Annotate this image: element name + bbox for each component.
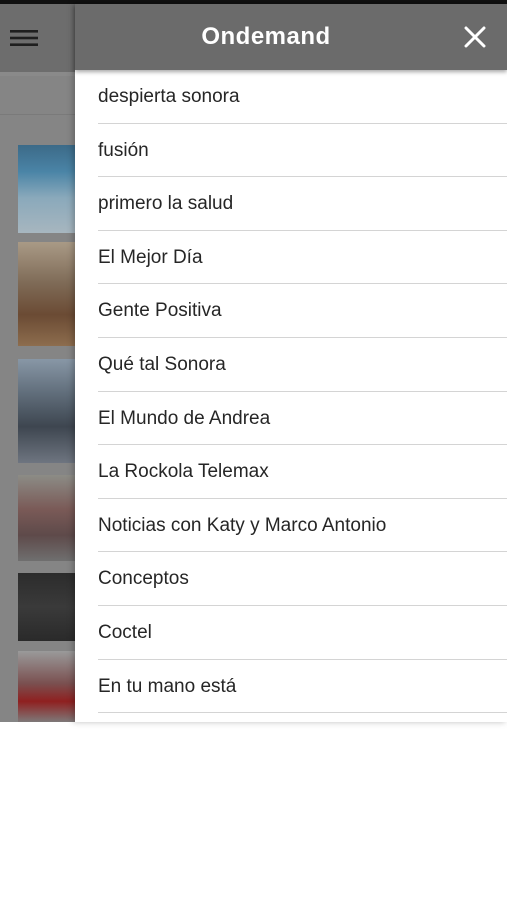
menu-item-el-mundo-de-andrea[interactable]: El Mundo de Andrea xyxy=(75,392,507,446)
menu-item-label: Coctel xyxy=(98,621,152,643)
menu-item-label: Noticias con Katy y Marco Antonio xyxy=(98,514,387,536)
video-thumbnail[interactable] xyxy=(18,145,78,233)
menu-item-noticias-katy-marco[interactable]: Noticias con Katy y Marco Antonio xyxy=(75,499,507,553)
menu-item-fusion[interactable]: fusión xyxy=(75,124,507,178)
close-button[interactable] xyxy=(457,19,493,55)
menu-item-label: En tu mano está xyxy=(98,675,237,697)
menu-item-conceptos[interactable]: Conceptos xyxy=(75,552,507,606)
menu-item-label: La Rockola Telemax xyxy=(98,461,269,483)
menu-item-label: Conceptos xyxy=(98,568,189,590)
hamburger-menu-icon[interactable] xyxy=(4,18,44,58)
ondemand-menu-list: despierta sonora fusión primero la salud… xyxy=(75,70,507,713)
navigation-drawer: Ondemand despierta sonora fusión primero… xyxy=(75,4,507,722)
menu-item-label: primero la salud xyxy=(98,193,234,215)
close-icon xyxy=(464,26,486,48)
menu-item-gente-positiva[interactable]: Gente Positiva xyxy=(75,284,507,338)
video-thumbnail[interactable] xyxy=(18,359,78,463)
app-screen: Ondemand despierta sonora fusión primero… xyxy=(0,0,507,900)
video-thumbnail[interactable] xyxy=(18,475,78,561)
menu-item-label: Qué tal Sonora xyxy=(98,353,226,375)
video-thumbnail[interactable] xyxy=(18,573,78,641)
menu-item-la-rockola-telemax[interactable]: La Rockola Telemax xyxy=(75,445,507,499)
menu-item-coctel[interactable]: Coctel xyxy=(75,606,507,660)
menu-item-el-mejor-dia[interactable]: El Mejor Día xyxy=(75,231,507,285)
menu-item-label: Gente Positiva xyxy=(98,300,222,322)
menu-item-que-tal-sonora[interactable]: Qué tal Sonora xyxy=(75,338,507,392)
drawer-header: Ondemand xyxy=(75,4,507,70)
video-thumbnail[interactable] xyxy=(18,651,78,722)
menu-item-label: fusión xyxy=(98,139,149,161)
drawer-title: Ondemand xyxy=(201,23,331,50)
menu-item-despierta-sonora[interactable]: despierta sonora xyxy=(75,70,507,124)
menu-item-label: El Mundo de Andrea xyxy=(98,407,271,429)
menu-item-label: El Mejor Día xyxy=(98,246,203,268)
menu-item-primero-la-salud[interactable]: primero la salud xyxy=(75,177,507,231)
menu-item-en-tu-mano-esta[interactable]: En tu mano está xyxy=(75,660,507,714)
menu-item-label: despierta sonora xyxy=(98,86,240,107)
video-thumbnail[interactable] xyxy=(18,242,78,346)
